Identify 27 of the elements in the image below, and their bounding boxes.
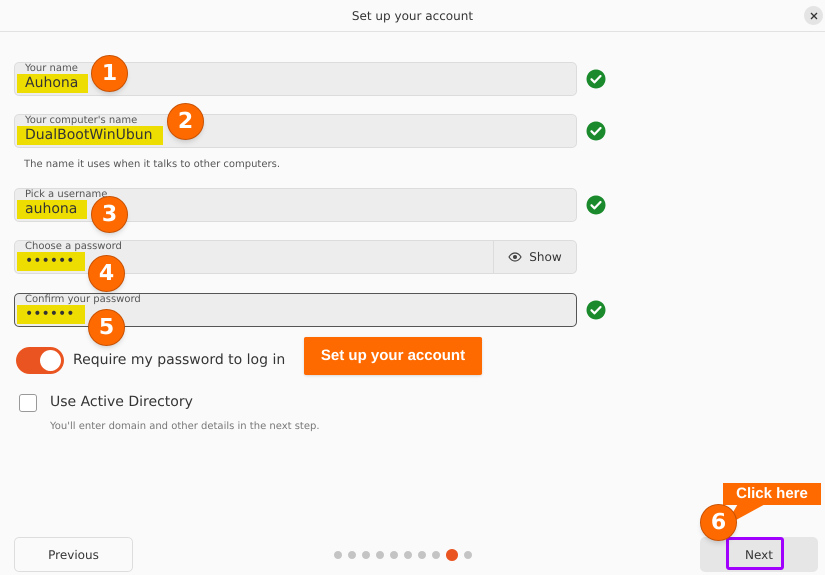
checkbox[interactable] (19, 394, 37, 412)
checkbox-label: Use Active Directory (50, 393, 193, 412)
field-label: Confirm your password (24, 295, 142, 305)
toggle-switch[interactable] (16, 347, 64, 374)
toggle-label: Require my password to log in (73, 351, 286, 370)
eye-icon (508, 252, 522, 262)
previous-button[interactable]: Previous (14, 537, 133, 572)
field-value: DualBootWinUbun (17, 126, 163, 145)
field-label: Your computer's name (24, 116, 138, 126)
close-button[interactable] (804, 6, 823, 25)
number-marker: 3 (91, 196, 128, 233)
checkbox-hint: You'll enter domain and other details in the next step. (50, 420, 321, 434)
window-title: Set up your account (352, 8, 474, 24)
number-marker: 6 (700, 504, 737, 541)
number-marker: 5 (88, 309, 125, 346)
field-value: Auhona (17, 74, 88, 93)
field-value: •••••• (17, 305, 85, 324)
field-value: auhona (17, 200, 88, 219)
number-marker: 2 (167, 103, 204, 140)
field-value: •••••• (17, 252, 85, 271)
show-password-button[interactable]: Show (493, 241, 576, 273)
field-hint: The name it uses when it talks to other computers. (24, 158, 282, 172)
callout-label: Set up your account (304, 337, 482, 375)
field-label: Choose a password (24, 242, 123, 252)
close-icon (810, 12, 818, 20)
number-marker: 4 (88, 255, 125, 292)
field-label: Your name (24, 64, 79, 74)
